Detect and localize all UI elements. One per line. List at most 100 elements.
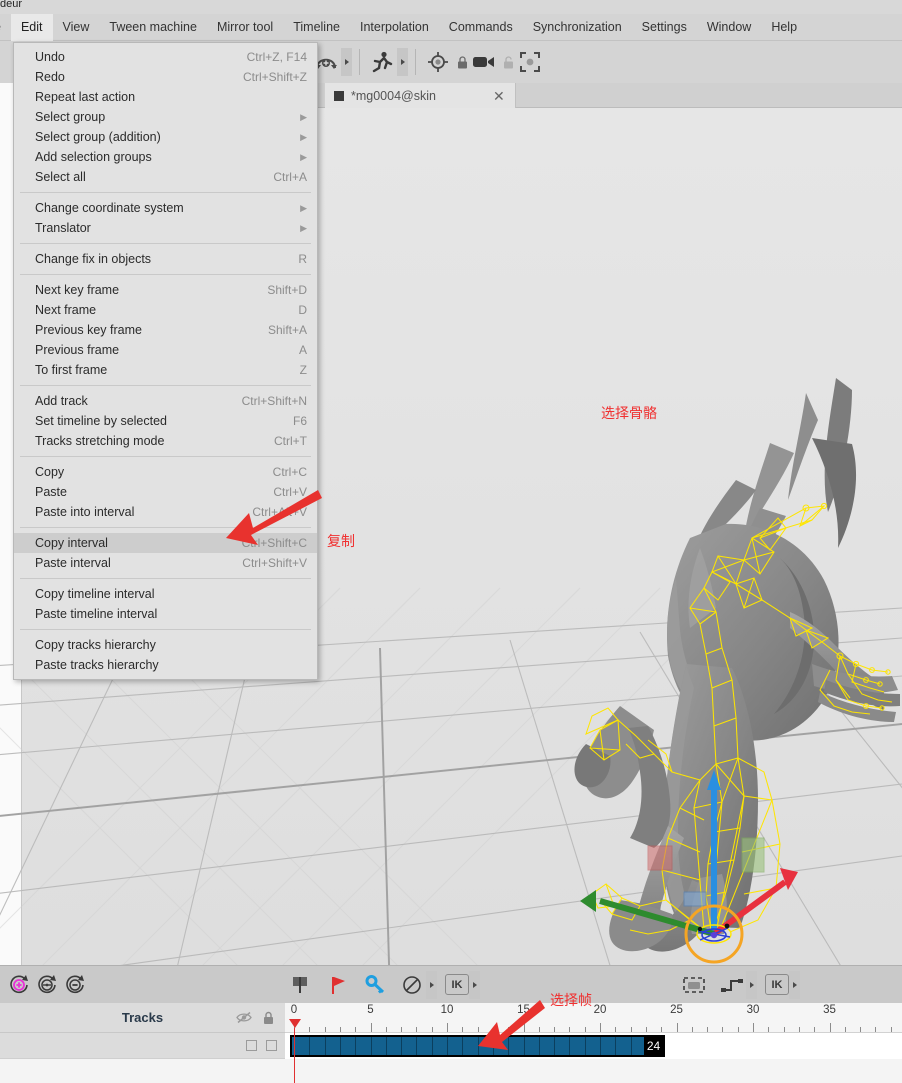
menu-item-label: Copy tracks hierarchy: [35, 638, 156, 652]
menu-item-tracks-stretching-mode[interactable]: Tracks stretching mode Ctrl+T: [14, 431, 317, 451]
unlock-icon[interactable]: [501, 47, 515, 77]
menu-item-change-fix-in-objects[interactable]: Change fix in objects R: [14, 249, 317, 269]
menu-item-label: Change coordinate system: [35, 201, 184, 215]
step-curve-dropdown-arrow-icon[interactable]: [746, 970, 757, 999]
menu-item-select-group-addition-[interactable]: Select group (addition) ▶: [14, 127, 317, 147]
lock-icon[interactable]: [455, 47, 469, 77]
track-lock-checkbox[interactable]: [266, 1040, 277, 1051]
camera-icon[interactable]: [469, 47, 499, 77]
track-visibility-checkbox[interactable]: [246, 1040, 257, 1051]
menu-item-next-key-frame[interactable]: Next key frame Shift+D: [14, 280, 317, 300]
menu-item-add-track[interactable]: Add track Ctrl+Shift+N: [14, 391, 317, 411]
ruler-tick-label: 30: [746, 1004, 760, 1016]
menu-item-change-coordinate-system[interactable]: Change coordinate system ▶: [14, 198, 317, 218]
arc-dropdown-arrow-icon[interactable]: [341, 48, 352, 76]
pin-marker-icon[interactable]: [286, 971, 314, 999]
clip-frame-divider: [615, 1037, 617, 1055]
menu-item-copy[interactable]: Copy Ctrl+C: [14, 462, 317, 482]
tab-mg0004-skin[interactable]: *mg0004@skin ✕: [325, 83, 516, 108]
menu-item-translator[interactable]: Translator ▶: [14, 218, 317, 238]
menubar-item-e[interactable]: e: [0, 14, 11, 41]
menu-item-previous-frame[interactable]: Previous frame A: [14, 340, 317, 360]
menu-item-select-group[interactable]: Select group ▶: [14, 107, 317, 127]
select-box-icon[interactable]: [680, 971, 708, 999]
frame-focus-icon[interactable]: [515, 47, 545, 77]
ik-icon[interactable]: IK: [445, 974, 469, 995]
ruler-tick: [860, 1027, 862, 1032]
menu-item-redo[interactable]: Redo Ctrl+Shift+Z: [14, 67, 317, 87]
close-icon[interactable]: ✕: [493, 89, 505, 103]
edit-menu-dropdown[interactable]: Undo Ctrl+Z, F14 Redo Ctrl+Shift+Z Repeat la…: [13, 42, 318, 680]
step-curve-icon[interactable]: [718, 971, 746, 999]
menu-item-to-first-frame[interactable]: To first frame Z: [14, 360, 317, 380]
menubar-item-view[interactable]: View: [53, 14, 100, 41]
ik-dropdown-arrow-icon[interactable]: [469, 970, 480, 999]
menu-item-shortcut: Ctrl+Shift+V: [242, 556, 307, 570]
menu-item-label: Repeat last action: [35, 90, 136, 104]
ik-toggle-dropdown-arrow-icon[interactable]: [789, 970, 800, 999]
menu-item-repeat-last-action[interactable]: Repeat last action: [14, 87, 317, 107]
tab-label: *mg0004@skin: [351, 88, 436, 103]
menubar-item-help[interactable]: Help: [761, 14, 807, 41]
key-icon[interactable]: [362, 971, 390, 999]
menu-item-copy-timeline-interval[interactable]: Copy timeline interval: [14, 584, 317, 604]
menu-item-paste[interactable]: Paste Ctrl+V: [14, 482, 317, 502]
ruler-tick-label: 10: [440, 1004, 454, 1016]
menu-divider: [20, 192, 311, 193]
menu-item-set-timeline-by-selected[interactable]: Set timeline by selected F6: [14, 411, 317, 431]
menu-item-previous-key-frame[interactable]: Previous key frame Shift+A: [14, 320, 317, 340]
menu-item-select-all[interactable]: Select all Ctrl+A: [14, 167, 317, 187]
ruler-tick: [447, 1023, 448, 1032]
menu-item-label: Next frame: [35, 303, 97, 317]
menubar-item-tween-machine[interactable]: Tween machine: [99, 14, 207, 41]
key-remove-icon[interactable]: [62, 971, 90, 999]
timeline-clip[interactable]: 24: [290, 1035, 666, 1057]
menubar-item-window[interactable]: Window: [697, 14, 761, 41]
walk-dropdown-arrow-icon[interactable]: [397, 48, 408, 76]
menu-item-paste-timeline-interval[interactable]: Paste timeline interval: [14, 604, 317, 624]
annotation-select-frame: 选择帧: [550, 993, 592, 1009]
ruler-tick: [401, 1027, 403, 1032]
flag-marker-icon[interactable]: [324, 971, 352, 999]
menubar-item-edit[interactable]: Edit: [10, 13, 53, 41]
clip-frame-divider: [416, 1037, 418, 1055]
menu-item-copy-tracks-hierarchy[interactable]: Copy tracks hierarchy: [14, 635, 317, 655]
menu-divider: [20, 385, 311, 386]
menu-item-undo[interactable]: Undo Ctrl+Z, F14: [14, 47, 317, 67]
menu-item-copy-interval[interactable]: Copy interval Ctrl+Shift+C: [14, 533, 317, 553]
menu-item-paste-into-interval[interactable]: Paste into interval Ctrl+Alt+V: [14, 502, 317, 522]
menubar-item-timeline[interactable]: Timeline: [283, 14, 350, 41]
menu-item-label: Undo: [35, 50, 65, 64]
no-interp-dropdown-arrow-icon[interactable]: [426, 970, 437, 999]
timeline-ruler[interactable]: 0 5 10 15 20 25 30 35: [285, 1003, 902, 1033]
clip-frame-divider: [523, 1037, 525, 1055]
menubar-item-commands[interactable]: Commands: [439, 14, 523, 41]
playhead-handle[interactable]: [289, 1019, 301, 1028]
ruler-tick: [370, 1023, 372, 1032]
no-interp-icon[interactable]: [398, 971, 426, 999]
ruler-tick: [844, 1027, 846, 1032]
menu-divider: [20, 243, 311, 244]
ik-toggle-icon[interactable]: IK: [765, 974, 789, 995]
ruler-tick: [875, 1027, 877, 1032]
menubar-item-interpolation[interactable]: Interpolation: [350, 14, 439, 41]
menubar-item-synchronization[interactable]: Synchronization: [523, 14, 632, 41]
menu-item-paste-tracks-hierarchy[interactable]: Paste tracks hierarchy: [14, 655, 317, 675]
key-add-icon[interactable]: [6, 971, 34, 999]
annotation-copy: 复制: [327, 534, 355, 550]
menu-item-add-selection-groups[interactable]: Add selection groups ▶: [14, 147, 317, 167]
menu-item-next-frame[interactable]: Next frame D: [14, 300, 317, 320]
track-clip-area[interactable]: 24: [285, 1033, 902, 1059]
menubar-item-settings[interactable]: Settings: [632, 14, 697, 41]
menu-item-paste-interval[interactable]: Paste interval Ctrl+Shift+V: [14, 553, 317, 573]
walk-run-icon[interactable]: [367, 47, 397, 77]
ruler-tick: [538, 1027, 540, 1032]
key-edit-icon[interactable]: [34, 971, 62, 999]
menubar-item-mirror-tool[interactable]: Mirror tool: [207, 14, 283, 41]
clip-frame-divider: [309, 1037, 311, 1055]
pivot-target-icon[interactable]: [423, 47, 453, 77]
playhead-line: [294, 1028, 295, 1083]
track-row[interactable]: [0, 1033, 285, 1059]
eye-hidden-icon[interactable]: [236, 1011, 252, 1030]
lock-icon[interactable]: [262, 1011, 275, 1030]
